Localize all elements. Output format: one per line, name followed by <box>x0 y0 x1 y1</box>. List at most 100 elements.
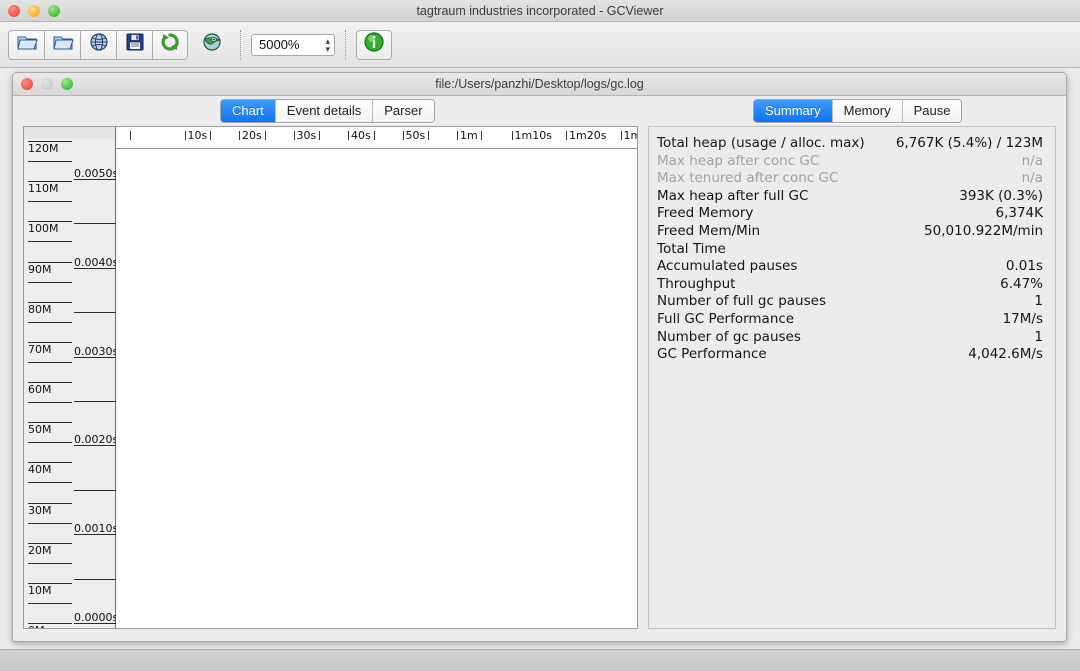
time-tick-mark <box>403 131 404 140</box>
toolbar-separator-2 <box>345 30 346 60</box>
tab-event-details[interactable]: Event details <box>276 100 373 122</box>
summary-row: Freed Mem/Min50,010.922M/min <box>657 223 1043 241</box>
tab-summary[interactable]: Summary <box>754 100 833 122</box>
tab-memory[interactable]: Memory <box>833 100 903 122</box>
open-file-button[interactable] <box>8 30 44 60</box>
memory-minor-tick-line <box>28 362 72 363</box>
refresh-button[interactable] <box>152 30 188 60</box>
document-window: file:/Users/panzhi/Desktop/logs/gc.log C… <box>12 72 1067 642</box>
time-tick-label: 20s <box>242 129 262 142</box>
summary-value: n/a <box>1022 170 1043 188</box>
summary-row: Freed Memory6,374K <box>657 205 1043 223</box>
memory-minor-tick-line <box>28 201 72 202</box>
time-tick: 10s <box>185 129 212 142</box>
summary-row: Throughput6.47% <box>657 276 1043 294</box>
memory-minor-tick-line <box>28 241 72 242</box>
time-tick-label: 1m20s <box>569 129 606 142</box>
memory-tick-label: 30M <box>28 504 52 517</box>
memory-minor-tick-line <box>28 442 72 443</box>
memory-tick-label: 60M <box>28 383 52 396</box>
toolbar: 5000% ▴ ▾ <box>0 22 1080 68</box>
time-tick-label: 40s <box>351 129 371 142</box>
document-zoom-button[interactable] <box>61 78 73 90</box>
tab-chart[interactable]: Chart <box>221 100 276 122</box>
memory-tick-label: 20M <box>28 544 52 557</box>
pause-minor-tick-line <box>74 223 116 224</box>
document-close-button[interactable] <box>21 78 33 90</box>
summary-key: GC Performance <box>657 346 968 364</box>
time-halftick-mark <box>374 131 375 140</box>
pause-tick-label: 0.0010s <box>74 522 118 535</box>
time-tick: 20s <box>239 129 266 142</box>
time-tick: 1m <box>621 129 638 142</box>
chart-y-axis: 120M110M100M90M80M70M60M50M40M30M20M10M0… <box>24 127 116 628</box>
save-button[interactable] <box>116 30 152 60</box>
chart-plot-area[interactable]: 10s20s30s40s50s1m1m10s1m20s1m <box>116 127 637 628</box>
stepper-arrows[interactable]: ▴ ▾ <box>325 37 330 53</box>
memory-tick-label: 10M <box>28 584 52 597</box>
watch-icon <box>201 32 223 57</box>
document-title: file:/Users/panzhi/Desktop/logs/gc.log <box>13 77 1066 91</box>
watch-button[interactable] <box>194 30 230 60</box>
time-tick-mark <box>348 131 349 140</box>
time-tick-label: 10s <box>188 129 208 142</box>
open-folder-icon <box>52 32 74 57</box>
chart-panel[interactable]: 120M110M100M90M80M70M60M50M40M30M20M10M0… <box>23 126 638 629</box>
pause-tick-label: 0.0030s <box>74 345 118 358</box>
time-tick-label: 1m <box>624 129 638 142</box>
time-tick-origin <box>130 129 133 142</box>
zoom-value: 5000% <box>259 37 325 52</box>
memory-tick-label: 90M <box>28 263 52 276</box>
summary-row: Total Time <box>657 241 1043 259</box>
time-tick-label: 50s <box>406 129 426 142</box>
time-tick: 50s <box>403 129 430 142</box>
summary-value: 6,374K <box>995 205 1043 223</box>
summary-value: 4,042.6M/s <box>968 346 1043 364</box>
summary-row: GC Performance4,042.6M/s <box>657 346 1043 364</box>
toolbar-separator-1 <box>240 30 241 60</box>
summary-key: Total Time <box>657 241 1043 259</box>
time-tick: 1m10s <box>512 129 552 142</box>
pause-tick-label: 0.0020s <box>74 433 118 446</box>
memory-tick-label: 120M <box>28 142 59 155</box>
time-tick: 1m <box>457 129 482 142</box>
window-bottom-bar <box>0 649 1080 671</box>
chart-tabs: ChartEvent detailsParser <box>220 99 435 123</box>
open-folder-button[interactable] <box>44 30 80 60</box>
summary-row: Accumulated pauses0.01s <box>657 258 1043 276</box>
time-tick-mark <box>185 131 186 140</box>
open-url-button[interactable] <box>80 30 116 60</box>
window-titlebar: tagtraum industries incorporated - GCVie… <box>0 0 1080 22</box>
tab-parser[interactable]: Parser <box>373 100 433 122</box>
summary-value: 1 <box>1034 293 1043 311</box>
pause-minor-tick-line <box>74 401 116 402</box>
summary-value: 1 <box>1034 329 1043 347</box>
pause-tick-label: 0.0000s <box>74 611 118 624</box>
pause-tick-label: 0.0040s <box>74 256 118 269</box>
time-tick-mark <box>130 131 131 140</box>
pause-minor-tick-line <box>74 312 116 313</box>
memory-minor-tick-line <box>28 282 72 283</box>
tab-pause[interactable]: Pause <box>903 100 962 122</box>
close-button[interactable] <box>8 5 20 17</box>
summary-key: Throughput <box>657 276 1000 294</box>
memory-minor-tick-line <box>28 563 72 564</box>
memory-tick-label: 80M <box>28 303 52 316</box>
y-axis-header <box>24 127 115 139</box>
minimize-button[interactable] <box>28 5 40 17</box>
memory-tick-label: 110M <box>28 182 59 195</box>
summary-value: 17M/s <box>1003 311 1043 329</box>
summary-key: Freed Mem/Min <box>657 223 924 241</box>
about-button[interactable] <box>356 30 392 60</box>
time-tick-mark <box>294 131 295 140</box>
refresh-icon <box>160 32 180 57</box>
zoom-button[interactable] <box>48 5 60 17</box>
summary-tabs: SummaryMemoryPause <box>753 99 962 123</box>
summary-key: Max tenured after conc GC <box>657 170 1022 188</box>
zoom-stepper[interactable]: 5000% ▴ ▾ <box>251 34 335 56</box>
time-tick-label: 1m10s <box>515 129 552 142</box>
chevron-down-icon[interactable]: ▾ <box>325 45 330 53</box>
memory-tick-label: 100M <box>28 222 59 235</box>
summary-key: Total heap (usage / alloc. max) <box>657 135 896 153</box>
summary-key: Max heap after conc GC <box>657 153 1022 171</box>
